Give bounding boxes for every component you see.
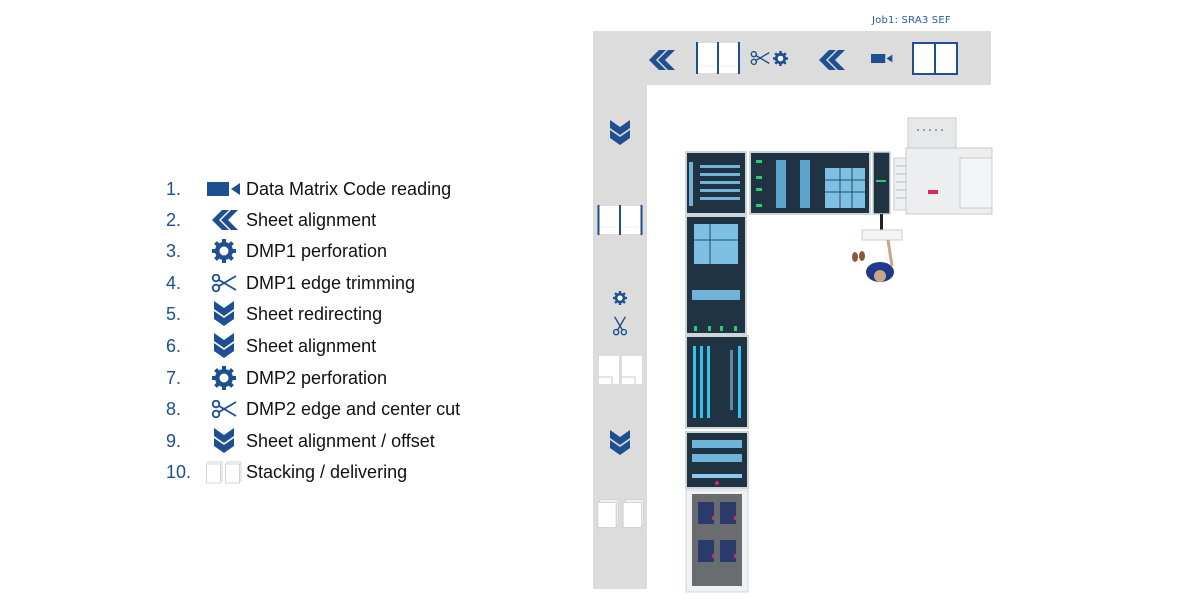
legend-number: 2.	[166, 209, 182, 230]
legend-label: Stacking / delivering	[246, 461, 408, 482]
double-chevron-down-icon	[202, 428, 246, 454]
legend-label: Sheet alignment / offset	[246, 430, 435, 451]
stacked-sheets-icon	[596, 497, 646, 529]
legend-number: 8.	[166, 398, 182, 419]
legend-number: 9.	[166, 430, 182, 451]
module-stacker	[685, 489, 749, 593]
legend-label: DMP1 perforation	[246, 240, 388, 261]
legend-label: DMP2 perforation	[246, 367, 388, 388]
gear-icon	[613, 291, 627, 305]
legend-number: 5.	[166, 303, 182, 324]
double-chevron-down-icon	[202, 301, 246, 327]
legend-number: 1.	[166, 178, 182, 199]
module-narrow	[872, 151, 891, 215]
trimmed-sheet-icon	[696, 42, 740, 74]
scissors-icon	[750, 51, 770, 65]
double-chevron-down-icon	[610, 430, 630, 456]
operator-panel	[861, 214, 903, 241]
legend-item: 8. DMP2 edge and center cut	[166, 394, 460, 424]
legend-number: 6.	[166, 335, 182, 356]
legend-item: 10. Stacking / delivering	[166, 457, 407, 487]
legend-number: 7.	[166, 367, 182, 388]
operator-person	[852, 239, 894, 282]
scissors-icon	[202, 396, 246, 422]
legend-item: 1. Data Matrix Code reading	[166, 174, 451, 204]
camera-icon	[202, 176, 246, 202]
trimmed-sheet-icon	[597, 205, 643, 235]
module-vertical-1	[685, 215, 747, 335]
legend-item: 9. Sheet alignment / offset	[166, 426, 435, 456]
gear-icon	[773, 51, 788, 66]
module-main-center	[749, 151, 871, 215]
legend-item: 6. Sheet alignment	[166, 331, 376, 361]
module-vertical-3	[685, 431, 749, 489]
legend-item: 5. Sheet redirecting	[166, 299, 382, 329]
legend-number: 4.	[166, 272, 182, 293]
legend-item: 2. Sheet alignment	[166, 205, 376, 235]
legend-number: 3.	[166, 240, 182, 261]
scissors-icon	[202, 270, 246, 296]
legend-number: 10.	[166, 461, 192, 482]
double-chevron-down-icon	[202, 333, 246, 359]
legend-label: Data Matrix Code reading	[246, 178, 452, 199]
scissors-icon	[613, 316, 627, 336]
job-label: Job1: SRA3 SEF	[872, 15, 951, 26]
sheet-icon	[912, 42, 958, 75]
camera-icon	[871, 53, 893, 64]
legend-item: 4. DMP1 edge trimming	[166, 268, 415, 298]
stacked-sheets-icon	[202, 459, 246, 485]
module-vertical-2	[685, 335, 749, 429]
legend-item: 7. DMP2 perforation	[166, 363, 387, 393]
module-dmp-top-left	[685, 151, 747, 215]
cut-sheets-icon	[599, 356, 642, 384]
double-chevron-left-icon	[816, 50, 846, 70]
gear-icon	[202, 238, 246, 264]
legend-item: 3. DMP1 perforation	[166, 236, 387, 266]
legend-label: Sheet alignment	[246, 209, 377, 230]
double-chevron-left-icon	[202, 207, 246, 233]
legend-label: DMP2 edge and center cut	[246, 398, 461, 419]
machine-layout	[685, 117, 993, 593]
double-chevron-left-icon	[646, 50, 676, 70]
module-feeder	[893, 117, 993, 215]
gear-icon	[202, 365, 246, 391]
legend-label: DMP1 edge trimming	[246, 272, 416, 293]
double-chevron-down-icon	[610, 120, 630, 146]
legend-label: Sheet alignment	[246, 335, 377, 356]
legend-label: Sheet redirecting	[246, 303, 383, 324]
